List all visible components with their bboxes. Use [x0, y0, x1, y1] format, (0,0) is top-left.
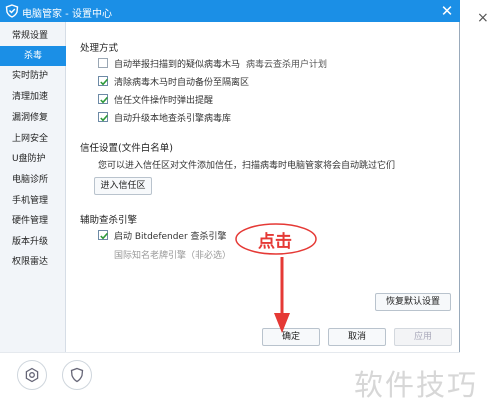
- sidebar-item-pc-clinic[interactable]: 电脑诊所: [0, 170, 66, 190]
- close-button[interactable]: ✕: [437, 1, 457, 21]
- sidebar-item-permission-radar[interactable]: 权限雷达: [0, 252, 66, 272]
- tencent-shield-logo-icon: [5, 4, 19, 18]
- section-title-process: 处理方式: [80, 43, 119, 54]
- section-title-trust: 信任设置(文件白名单): [80, 143, 173, 154]
- checkmark-icon: [100, 232, 108, 240]
- annotation-arrow-icon: [274, 257, 290, 333]
- sidebar: 常规设置 杀毒 实时防护 清理加速 漏洞修复 上网安全 U盘防护 电脑诊所 手机…: [0, 22, 66, 352]
- sidebar-item-cleanup[interactable]: 清理加速: [0, 87, 66, 107]
- restore-defaults-button[interactable]: 恢复默认设置: [375, 293, 451, 311]
- checkbox[interactable]: [98, 76, 108, 86]
- trust-description: 您可以进入信任区对文件添加信任，扫描病毒时电脑管家将会自动跳过它们: [98, 161, 396, 171]
- option-label: 清除病毒木马时自动备份至隔离区: [114, 78, 250, 88]
- title-bar: 电脑管家 - 设置中心 ✕: [0, 0, 460, 22]
- sidebar-item-general[interactable]: 常规设置: [0, 26, 66, 46]
- shield-icon: [70, 367, 84, 383]
- sidebar-item-web-security[interactable]: 上网安全: [0, 129, 66, 149]
- settings-dialog: 电脑管家 - 设置中心 ✕ 常规设置 杀毒 实时防护 清理加速 漏洞修复 上网安…: [0, 0, 460, 352]
- apply-button[interactable]: 应用: [394, 328, 452, 346]
- window-title: 电脑管家 - 设置中心: [22, 9, 112, 20]
- background-window-strip: [460, 0, 500, 352]
- watermark-text: 软件技巧: [354, 368, 479, 402]
- sidebar-item-antivirus[interactable]: 杀毒: [0, 46, 66, 66]
- checkmark-icon: [100, 96, 108, 104]
- annotation-label: 点击: [258, 232, 292, 252]
- background-close-icon[interactable]: ×: [477, 10, 489, 26]
- section-title-engine: 辅助查杀引擎: [80, 215, 138, 226]
- settings-button[interactable]: [17, 360, 47, 390]
- checkmark-icon: [100, 114, 108, 122]
- checkmark-icon: [100, 78, 108, 86]
- gear-icon: [25, 367, 39, 383]
- checkbox[interactable]: [98, 230, 108, 240]
- cancel-button[interactable]: 取消: [328, 328, 386, 346]
- cloud-plan-link[interactable]: 病毒云查杀用户计划: [246, 60, 327, 70]
- sidebar-item-realtime-protection[interactable]: 实时防护: [0, 66, 66, 86]
- enter-trust-zone-button[interactable]: 进入信任区: [94, 177, 152, 195]
- checkbox[interactable]: [98, 112, 108, 122]
- protection-button[interactable]: [62, 360, 92, 390]
- sidebar-item-usb-protection[interactable]: U盘防护: [0, 149, 66, 169]
- option-label: 启动 Bitdefender 查杀引擎: [114, 232, 227, 242]
- checkbox[interactable]: [98, 94, 108, 104]
- checkbox[interactable]: [98, 58, 108, 68]
- option-label: 信任文件操作时弹出提醒: [114, 96, 214, 106]
- sidebar-item-version-upgrade[interactable]: 版本升级: [0, 232, 66, 252]
- option-label: 自动举报扫描到的疑似病毒木马: [114, 60, 241, 70]
- option-label: 自动升级本地查杀引擎病毒库: [114, 114, 232, 124]
- sidebar-item-vulnerability-fix[interactable]: 漏洞修复: [0, 108, 66, 128]
- engine-hint: 国际知名老牌引擎（非必选）: [114, 251, 232, 261]
- sidebar-item-hardware-management[interactable]: 硬件管理: [0, 211, 66, 231]
- sidebar-item-phone-management[interactable]: 手机管理: [0, 191, 66, 211]
